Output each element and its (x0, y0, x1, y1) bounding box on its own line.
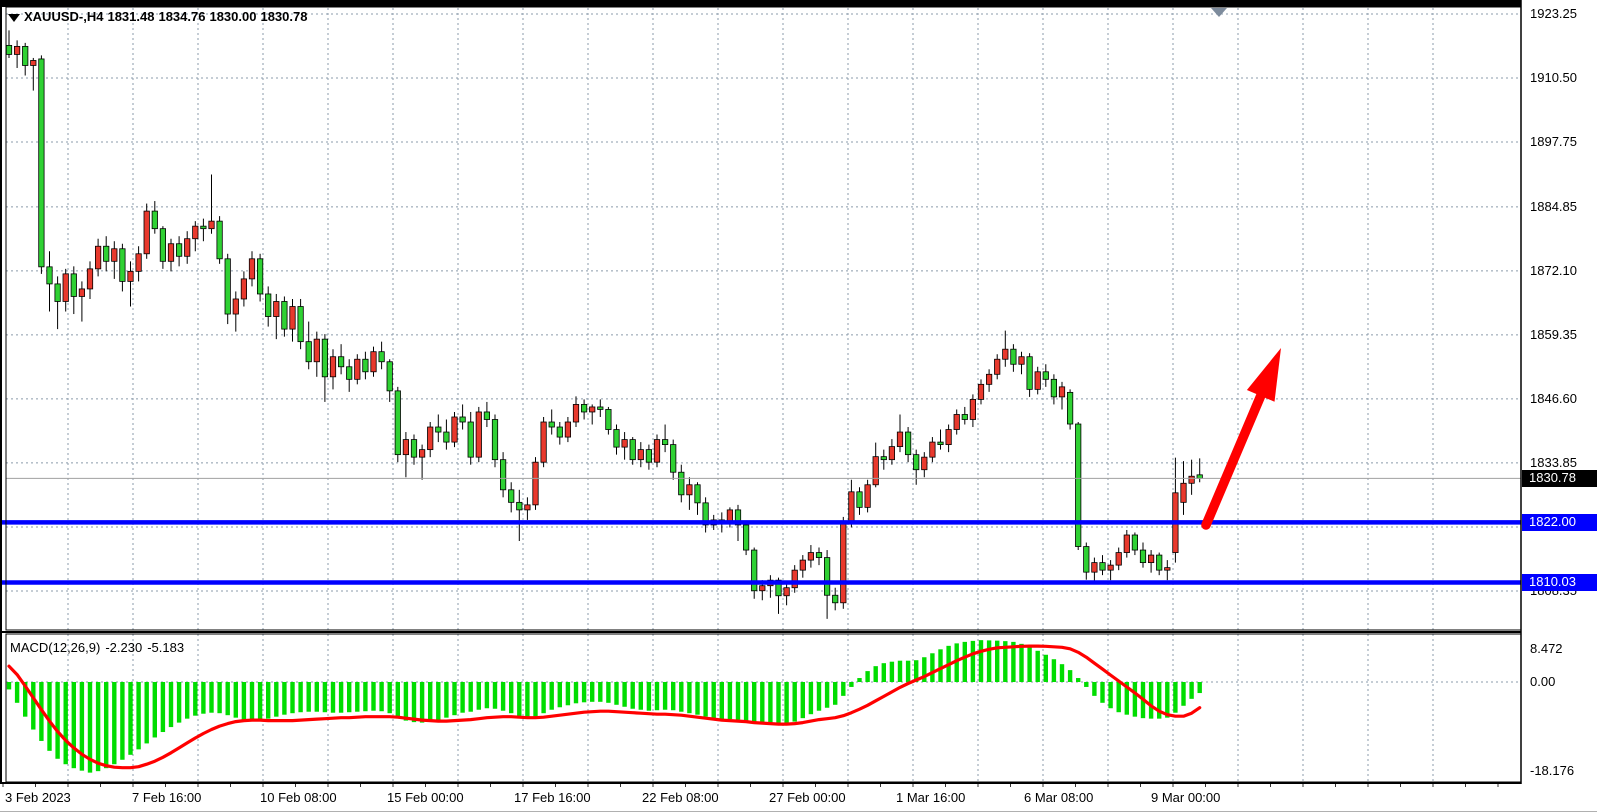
price-axis-label: 1872.10 (1530, 263, 1577, 278)
price-axis-label: 1859.35 (1530, 327, 1577, 342)
macd-axis-label: 8.472 (1530, 641, 1563, 656)
price-axis-label: 1897.75 (1530, 134, 1577, 149)
price-axis-label: 1846.60 (1530, 391, 1577, 406)
macd-axis-label: 0.00 (1530, 674, 1555, 689)
lower-support-price-tag: 1810.03 (1522, 574, 1597, 591)
time-axis-label: 15 Feb 00:00 (387, 790, 464, 805)
price-chart-canvas[interactable] (0, 0, 1597, 811)
time-axis-label: 9 Mar 00:00 (1151, 790, 1220, 805)
upper-support-price-tag: 1822.00 (1522, 514, 1597, 531)
ohlc-high: 1834.76 (158, 9, 205, 24)
symbol-dropdown-icon[interactable] (8, 14, 20, 22)
time-axis-label: 22 Feb 08:00 (642, 790, 719, 805)
time-axis-label: 6 Mar 08:00 (1024, 790, 1093, 805)
current-price-tag: 1830.78 (1522, 470, 1597, 487)
macd-main-value: -2.230 (105, 640, 142, 655)
price-axis-label: 1884.85 (1530, 199, 1577, 214)
macd-name: MACD(12,26,9) (10, 640, 100, 655)
time-axis-label: 10 Feb 08:00 (260, 790, 337, 805)
time-axis-label: 27 Feb 00:00 (769, 790, 846, 805)
time-axis-label: 17 Feb 16:00 (514, 790, 591, 805)
time-axis-label: 3 Feb 2023 (5, 790, 71, 805)
macd-signal-value: -5.183 (147, 640, 184, 655)
time-axis-label: 1 Mar 16:00 (896, 790, 965, 805)
price-axis-label: 1833.85 (1530, 455, 1577, 470)
ohlc-low: 1830.00 (209, 9, 256, 24)
price-axis-label: 1923.25 (1530, 6, 1577, 21)
macd-axis-label: -18.176 (1530, 763, 1574, 778)
symbol-period-label: XAUUSD-,H4 (24, 9, 103, 24)
ohlc-open: 1831.48 (107, 9, 154, 24)
mt4-chart-window: XAUUSD-,H4 1831.48 1834.76 1830.00 1830.78 M… (0, 0, 1597, 812)
macd-indicator-label: MACD(12,26,9) -2.230 -5.183 (10, 640, 189, 655)
time-axis-label: 7 Feb 16:00 (132, 790, 201, 805)
ohlc-close: 1830.78 (260, 9, 307, 24)
chart-header: XAUUSD-,H4 1831.48 1834.76 1830.00 1830.78 (8, 9, 311, 24)
price-axis-label: 1910.50 (1530, 70, 1577, 85)
